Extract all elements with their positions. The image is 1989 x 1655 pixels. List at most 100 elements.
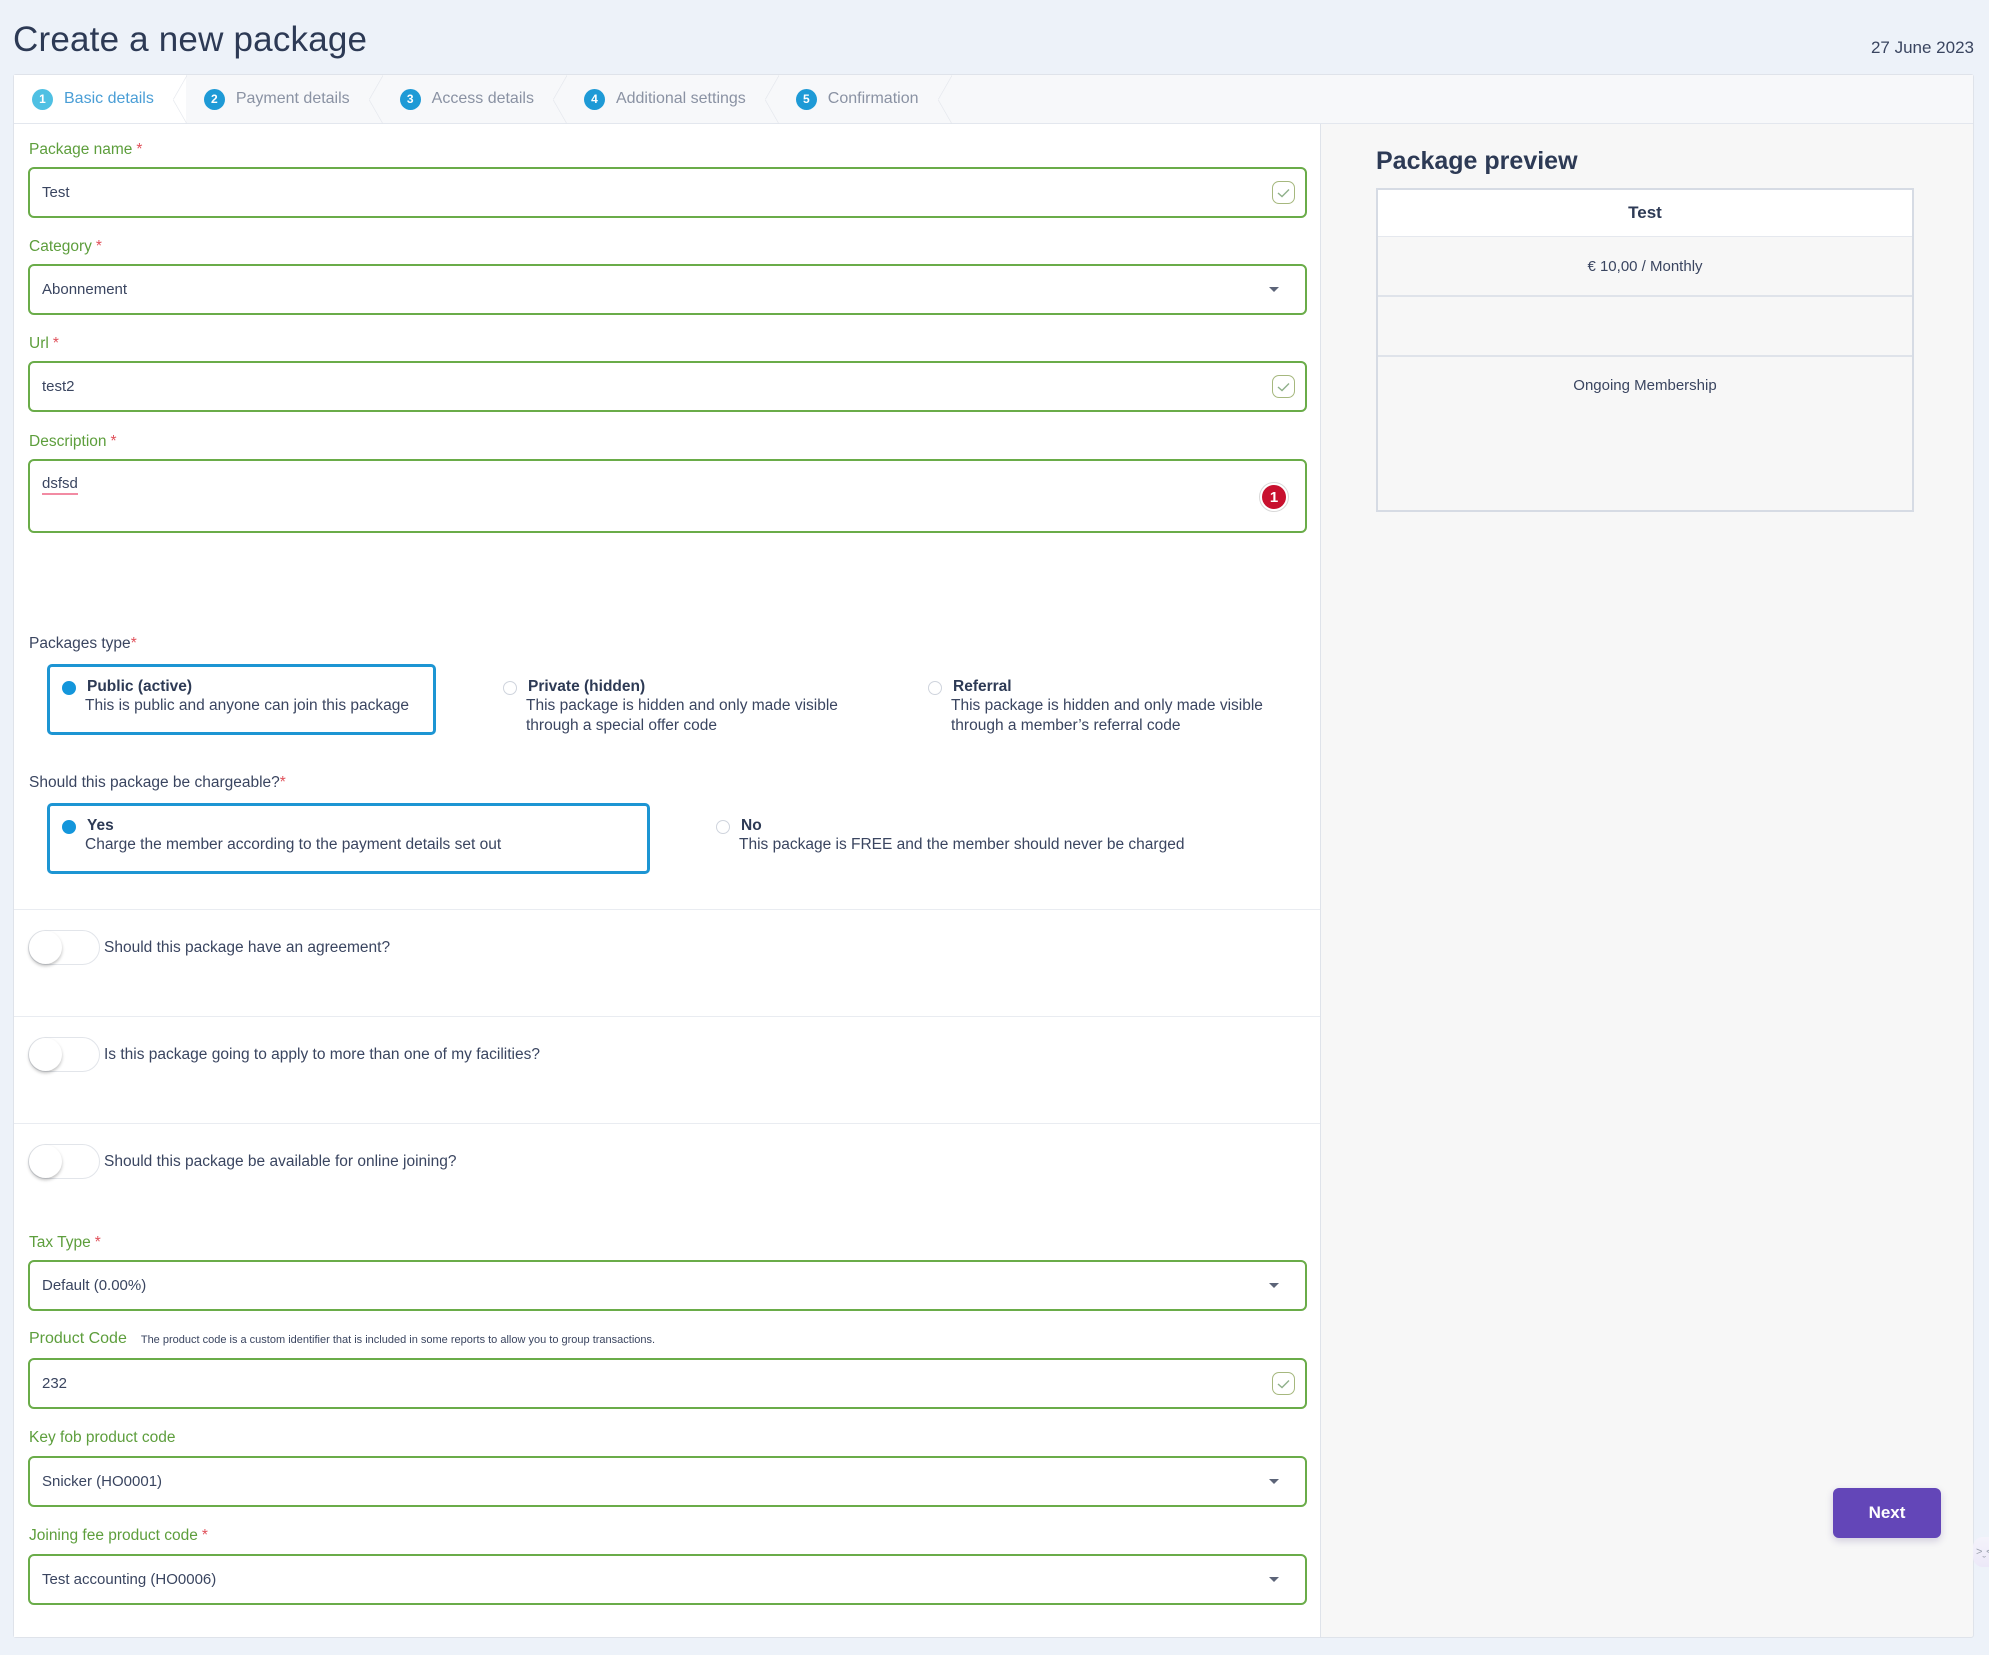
label-text: Package name: [29, 141, 133, 158]
toggle-label: Should this package be available for onl…: [104, 1152, 457, 1170]
section-divider: [14, 1016, 1320, 1017]
option-description-line: through a member’s referral code: [951, 717, 1181, 734]
step-confirmation[interactable]: 5 Confirmation: [778, 75, 952, 124]
radio-button[interactable]: [716, 820, 730, 834]
caret-down-icon: [1269, 1283, 1279, 1288]
option-description-line: This package is hidden and only made vis…: [526, 697, 838, 714]
multi-facility-toggle-row: Is this package going to apply to more t…: [28, 1037, 540, 1072]
step-number-badge: 1: [32, 88, 53, 110]
option-description: This package is FREE and the member shou…: [739, 836, 1185, 853]
toggle-knob: [29, 1145, 62, 1178]
required-asterisk: *: [279, 774, 286, 791]
option-title: Public (active): [87, 678, 193, 695]
wizard-stepper: 1 Basic details 2 Payment details 3 Acce…: [14, 75, 1973, 124]
toggle-knob: [29, 931, 62, 964]
online-joining-toggle[interactable]: [28, 1144, 100, 1179]
radio-button-selected[interactable]: [62, 681, 76, 695]
package-type-private-radio[interactable]: Private (hidden) This package is hidden …: [488, 664, 888, 735]
required-asterisk: *: [95, 238, 102, 255]
error-count-badge[interactable]: 1: [1259, 482, 1289, 512]
label-text: Description: [29, 433, 107, 450]
tax-type-label: Tax Type *: [29, 1234, 101, 1252]
step-label: Confirmation: [827, 90, 919, 107]
radio-button-selected[interactable]: [62, 820, 76, 834]
label-text: Url: [29, 335, 49, 352]
joining-fee-product-code-select[interactable]: Test accounting (HO0006): [28, 1554, 1307, 1605]
check-icon: [1272, 181, 1295, 204]
label-text: Packages type: [29, 635, 131, 652]
radio-button[interactable]: [928, 681, 942, 695]
product-code-input[interactable]: 232: [28, 1358, 1307, 1409]
description-label: Description *: [29, 433, 117, 451]
label-text: Product Code: [29, 1330, 127, 1347]
option-description: This is public and anyone can join this …: [85, 697, 409, 714]
description-textarea[interactable]: dsfsd 1: [28, 459, 1307, 533]
label-text: Category: [29, 238, 92, 255]
section-divider: [14, 1123, 1320, 1124]
package-type-label: Packages type*: [29, 635, 137, 653]
option-title: No: [741, 817, 762, 834]
joining-fee-product-code-label: Joining fee product code *: [29, 1527, 208, 1545]
label-text: Joining fee product code: [29, 1527, 198, 1544]
option-title: Referral: [953, 678, 1012, 695]
label-text: Key fob product code: [29, 1429, 176, 1446]
step-additional-settings[interactable]: 4 Additional settings: [566, 75, 779, 124]
key-fob-product-code-select[interactable]: Snicker (HO0001): [28, 1456, 1307, 1507]
agreement-toggle[interactable]: [28, 930, 100, 965]
step-label: Basic details: [64, 90, 154, 107]
step-number-badge: 3: [399, 88, 421, 110]
section-divider: [14, 909, 1320, 910]
package-type-public-radio[interactable]: Public (active) This is public and anyon…: [47, 664, 436, 735]
package-name-input[interactable]: Test: [28, 167, 1307, 218]
required-asterisk: *: [110, 433, 117, 450]
page-date: 27 June 2023: [1870, 38, 1974, 57]
preview-membership-type: Ongoing Membership: [1573, 377, 1717, 394]
option-title: Private (hidden): [528, 678, 646, 695]
package-type-referral-radio[interactable]: Referral This package is hidden and only…: [913, 664, 1313, 735]
step-number-badge: 5: [795, 88, 817, 110]
preview-package-name: Test: [1378, 190, 1912, 237]
multi-facility-toggle[interactable]: [28, 1037, 100, 1072]
package-name-label: Package name *: [29, 141, 142, 159]
preview-price: € 10,00 / Monthly: [1378, 237, 1912, 297]
step-label: Additional settings: [615, 90, 746, 107]
option-description-line: through a special offer code: [526, 717, 718, 734]
category-label: Category *: [29, 238, 102, 256]
page-title: Create a new package: [13, 20, 368, 59]
tax-type-select[interactable]: Default (0.00%): [28, 1260, 1307, 1311]
product-code-hint: The product code is a custom identifier …: [140, 1334, 656, 1346]
next-button[interactable]: Next: [1833, 1488, 1941, 1538]
required-asterisk: *: [94, 1234, 101, 1251]
chargeable-no-radio[interactable]: No This package is FREE and the member s…: [701, 803, 1221, 874]
input-value: 232: [42, 1375, 68, 1392]
radio-button[interactable]: [503, 681, 517, 695]
chargeable-yes-radio[interactable]: Yes Charge the member according to the p…: [47, 803, 650, 874]
category-select[interactable]: Abonnement: [28, 264, 1307, 315]
label-text: Tax Type: [29, 1234, 91, 1251]
check-icon: [1272, 1372, 1295, 1395]
required-asterisk: *: [130, 635, 137, 652]
step-label: Payment details: [235, 90, 350, 107]
key-fob-product-code-label: Key fob product code: [29, 1429, 176, 1447]
package-preview-card: Test € 10,00 / Monthly Ongoing Membershi…: [1376, 188, 1914, 512]
agreement-toggle-row: Should this package have an agreement?: [28, 930, 390, 965]
step-label: Access details: [431, 90, 534, 107]
create-package-card: 1 Basic details 2 Payment details 3 Acce…: [13, 74, 1974, 1638]
step-access-details[interactable]: 3 Access details: [382, 75, 568, 124]
select-value: Default (0.00%): [42, 1277, 147, 1294]
select-value: Snicker (HO0001): [42, 1473, 163, 1490]
caret-down-icon: [1269, 1479, 1279, 1484]
required-asterisk: *: [201, 1527, 208, 1544]
url-label: Url *: [29, 335, 59, 353]
url-input[interactable]: test2: [28, 361, 1307, 412]
required-asterisk: *: [52, 335, 59, 352]
step-payment-details[interactable]: 2 Payment details: [186, 75, 383, 124]
preview-empty-row: [1378, 297, 1912, 357]
option-description: Charge the member according to the payme…: [85, 836, 502, 853]
side-widget-tab[interactable]: >ˬ<: [1973, 1537, 1989, 1567]
chargeable-label: Should this package be chargeable?*: [29, 774, 286, 792]
option-title: Yes: [87, 817, 114, 834]
widget-glyph-icon: >ˬ<: [1976, 1546, 1989, 1558]
toggle-label: Should this package have an agreement?: [104, 938, 391, 956]
step-basic-details[interactable]: 1 Basic details: [14, 75, 187, 124]
